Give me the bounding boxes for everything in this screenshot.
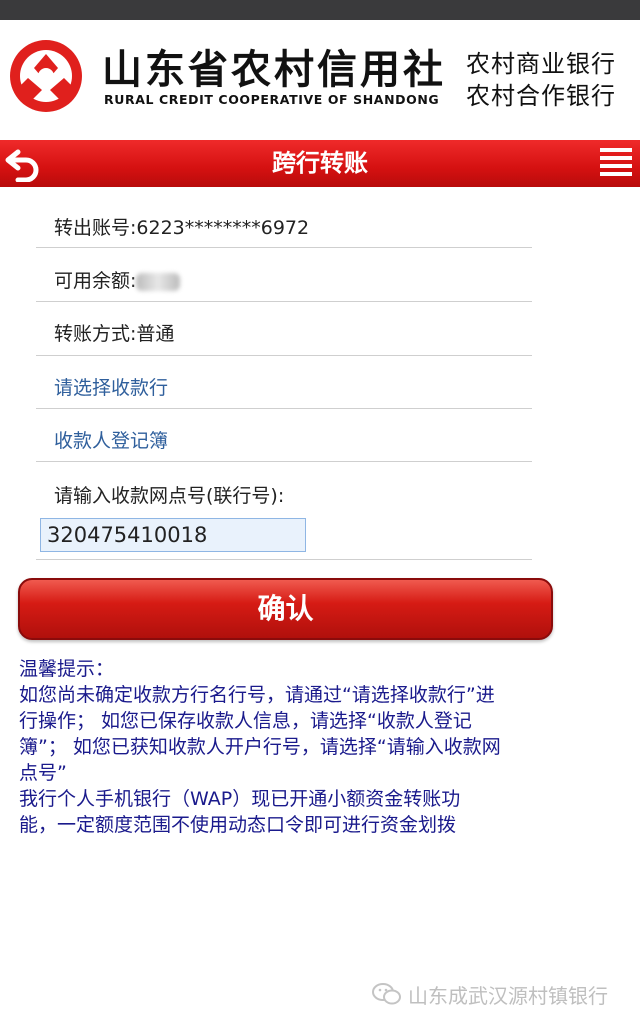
balance-value-masked: [136, 272, 181, 291]
payee-book-row[interactable]: 收款人登记簿: [36, 409, 532, 462]
bank-name-cn: 山东省农村信用社: [102, 47, 446, 93]
bank-code-input[interactable]: [40, 518, 306, 552]
status-bar: [0, 0, 640, 20]
balance-label: 可用余额:: [54, 270, 137, 292]
tips-line: 点号”: [19, 762, 67, 784]
payee-book-link[interactable]: 收款人登记簿: [54, 426, 168, 453]
back-arrow-icon: [5, 149, 39, 183]
bank-subtitle-1: 农村商业银行: [466, 50, 616, 78]
transfer-method-text: 转账方式:普通: [54, 323, 175, 345]
confirm-button[interactable]: 确认: [18, 578, 553, 640]
tips-line: 簿”； 如您已获知收款人开户行号，请选择“请输入收款网: [19, 736, 501, 758]
tips-line: 行操作； 如您已保存收款人信息，请选择“收款人登记: [19, 710, 472, 732]
from-account-row: 转出账号:6223********6972: [36, 195, 532, 248]
balance-row: 可用余额:: [36, 248, 532, 302]
back-button[interactable]: [4, 144, 44, 183]
bank-logo-icon: [10, 40, 82, 112]
bank-subtitle-2: 农村合作银行: [466, 82, 616, 110]
tips-line: 如您尚未确定收款方行名行号，请通过“请选择收款行”进: [19, 684, 495, 706]
tips-line: 我行个人手机银行（WAP）现已开通小额资金转账功: [19, 788, 461, 810]
watermark-text: 山东成武汉源村镇银行: [408, 984, 608, 1008]
from-account-text: 转出账号:6223********6972: [54, 217, 310, 239]
select-bank-link[interactable]: 请选择收款行: [54, 373, 168, 400]
tips-block: 温馨提示： 如您尚未确定收款方行名行号，请通过“请选择收款行”进 行操作； 如您…: [19, 656, 559, 838]
title-bar: 跨行转账: [0, 140, 640, 187]
wechat-icon: [372, 983, 401, 1005]
select-bank-row[interactable]: 请选择收款行: [36, 356, 532, 409]
bank-code-label: 请输入收款网点号(联行号):: [54, 485, 285, 507]
tips-line: 能，一定额度范围不使用动态口令即可进行资金划拨: [19, 814, 457, 836]
bank-name-en: RURAL CREDIT COOPERATIVE OF SHANDONG: [104, 92, 440, 107]
menu-button[interactable]: [598, 146, 636, 180]
bank-header: 山东省农村信用社 RURAL CREDIT COOPERATIVE OF SHA…: [0, 20, 640, 138]
page-title: 跨行转账: [272, 149, 368, 177]
tips-title: 温馨提示：: [19, 658, 115, 680]
transfer-method-row: 转账方式:普通: [36, 302, 532, 356]
